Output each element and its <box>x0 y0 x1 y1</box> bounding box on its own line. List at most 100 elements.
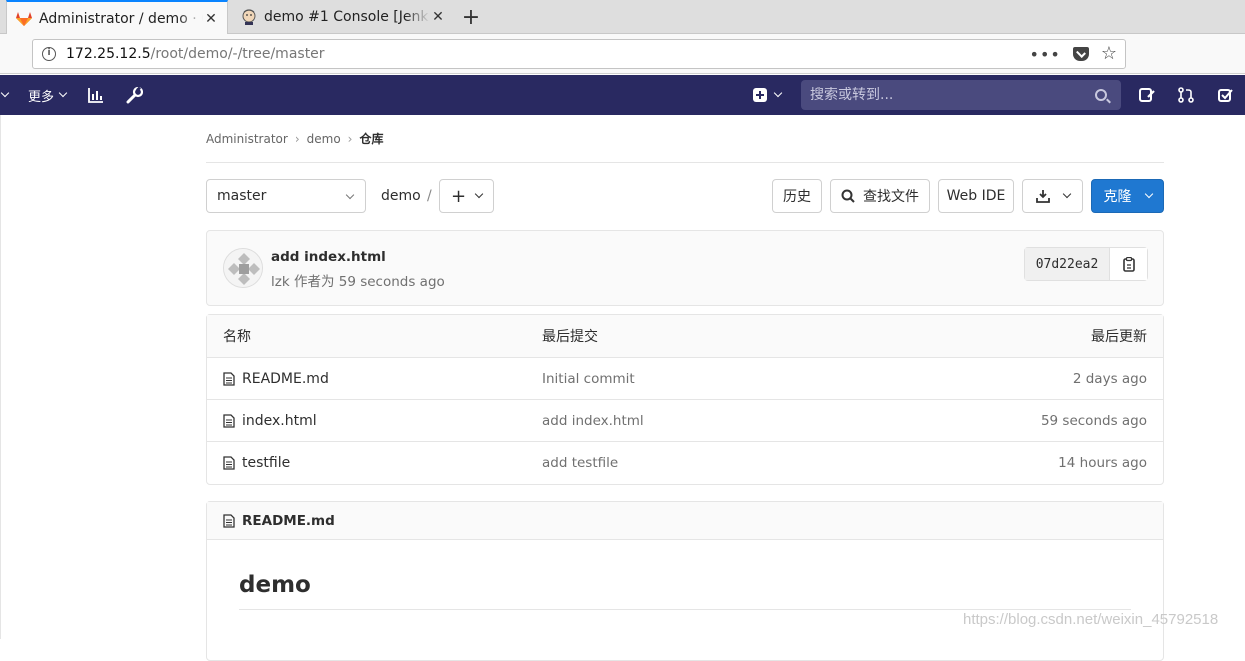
find-file-button[interactable]: 查找文件 <box>830 179 930 213</box>
new-tab-button[interactable]: + <box>458 4 484 30</box>
url-text[interactable]: 172.25.12.5/root/demo/-/tree/master <box>66 46 1030 62</box>
plus-square-icon <box>753 88 767 102</box>
file-tree-table: 名称 最后提交 最后更新 README.md Initial commit 2 … <box>206 314 1164 485</box>
file-commit-message[interactable]: Initial commit <box>542 358 635 399</box>
file-updated-time: 2 days ago <box>1072 370 1147 387</box>
breadcrumb-separator: › <box>347 131 353 146</box>
chevron-down-icon <box>773 88 783 98</box>
file-name[interactable]: index.html <box>242 413 317 429</box>
column-header-last-update: 最后更新 <box>1091 329 1147 345</box>
browser-tab-bar: Administrator / demo · GitLab ✕ demo #1 … <box>0 0 1245 35</box>
chevron-down-icon <box>1144 189 1153 199</box>
web-ide-button[interactable]: Web IDE <box>938 179 1014 213</box>
file-commit-message[interactable]: add testfile <box>542 442 618 484</box>
browser-tab-jenkins[interactable]: demo #1 Console [Jenkins] ✕ <box>232 0 454 34</box>
chevron-down-icon <box>345 190 355 200</box>
chevron-down-icon <box>58 88 68 98</box>
web-ide-label: Web IDE <box>946 188 1006 204</box>
site-info-icon[interactable]: i <box>42 47 56 61</box>
pocket-icon[interactable] <box>1072 47 1089 61</box>
column-header-name: 名称 <box>223 329 251 345</box>
search-input[interactable] <box>801 87 1095 103</box>
breadcrumb-separator: › <box>294 131 300 146</box>
breadcrumb-item-demo[interactable]: demo <box>307 132 341 146</box>
file-icon <box>223 413 235 428</box>
chevron-down-icon <box>474 189 484 199</box>
file-updated-time: 14 hours ago <box>1058 455 1147 471</box>
sidebar-edge <box>0 115 1 639</box>
divider <box>206 162 1164 163</box>
file-name-cell[interactable]: index.html <box>223 400 317 441</box>
browser-nav-bar: i 172.25.12.5/root/demo/-/tree/master ••… <box>0 34 1245 74</box>
url-host: 172.25.12.5 <box>66 46 151 62</box>
column-header-last-commit: 最后提交 <box>542 329 598 345</box>
clipboard-icon <box>1122 256 1135 272</box>
todos-icon[interactable] <box>1218 75 1233 115</box>
table-header: 名称 最后提交 最后更新 <box>207 315 1163 358</box>
branch-selector[interactable]: master <box>206 179 366 213</box>
commit-message-link[interactable]: add index.html <box>271 249 386 265</box>
download-button[interactable] <box>1022 179 1083 213</box>
new-dropdown-button[interactable] <box>753 75 783 115</box>
url-path: /root/demo/-/tree/master <box>150 46 325 62</box>
file-commit-message[interactable]: add index.html <box>542 400 644 441</box>
watermark: https://blog.csdn.net/weixin_45792518 <box>963 611 1219 628</box>
merge-requests-icon[interactable] <box>1178 75 1194 115</box>
menu-chevron-icon[interactable] <box>0 75 10 115</box>
search-icon <box>841 189 855 203</box>
avatar[interactable] <box>223 248 263 288</box>
commit-sha[interactable]: 07d22ea2 <box>1025 248 1110 280</box>
file-icon <box>223 371 235 386</box>
repo-path-link[interactable]: demo <box>381 188 421 204</box>
file-name[interactable]: README.md <box>242 371 329 387</box>
file-updated-time: 59 seconds ago <box>1040 412 1147 429</box>
file-icon <box>223 513 235 528</box>
url-bar[interactable]: i 172.25.12.5/root/demo/-/tree/master ••… <box>32 39 1126 69</box>
issues-icon[interactable] <box>1139 75 1155 115</box>
path-separator: / <box>427 188 432 204</box>
history-label: 历史 <box>783 189 811 205</box>
plus-icon: + <box>450 185 467 207</box>
browser-tab-gitlab[interactable]: Administrator / demo · GitLab ✕ <box>6 0 228 35</box>
activity-chart-icon[interactable] <box>88 75 104 115</box>
more-menu-button[interactable]: 更多 <box>28 75 68 115</box>
table-row[interactable]: testfile add testfile 14 hours ago <box>207 442 1163 484</box>
download-icon <box>1035 190 1050 203</box>
table-row[interactable]: README.md Initial commit 2 days ago <box>207 358 1163 400</box>
close-tab-icon[interactable]: ✕ <box>430 9 446 25</box>
jenkins-icon <box>242 9 256 25</box>
breadcrumb: Administrator › demo › 仓库 <box>206 130 383 147</box>
tab-title: demo #1 Console [Jenkins] <box>264 9 430 25</box>
tab-title: Administrator / demo · GitLab <box>39 10 203 27</box>
divider <box>239 609 1131 610</box>
close-tab-icon[interactable]: ✕ <box>203 11 219 27</box>
clone-button[interactable]: 克隆 <box>1091 179 1164 213</box>
breadcrumb-item-administrator[interactable]: Administrator <box>206 132 288 146</box>
bookmark-star-icon[interactable]: ☆ <box>1101 45 1117 63</box>
chevron-down-icon <box>1062 189 1071 199</box>
commit-sha-group: 07d22ea2 <box>1024 247 1148 281</box>
clone-label: 克隆 <box>1103 189 1132 205</box>
file-name-cell[interactable]: testfile <box>223 442 290 484</box>
commit-author-meta: lzk 作者为 59 seconds ago <box>271 274 445 290</box>
readme-panel: README.md demo <box>206 501 1164 661</box>
history-button[interactable]: 历史 <box>772 179 822 213</box>
readme-heading: demo <box>239 572 311 598</box>
branch-name: master <box>217 188 267 204</box>
file-name-cell[interactable]: README.md <box>223 358 329 399</box>
file-name[interactable]: testfile <box>242 455 290 471</box>
more-menu-label: 更多 <box>28 89 55 105</box>
table-row[interactable]: index.html add index.html 59 seconds ago <box>207 400 1163 442</box>
readme-filename[interactable]: README.md <box>242 513 335 529</box>
copy-sha-button[interactable] <box>1110 248 1147 280</box>
global-search[interactable] <box>801 80 1121 110</box>
find-file-label: 查找文件 <box>863 189 919 205</box>
breadcrumb-current[interactable]: 仓库 <box>359 130 383 147</box>
file-icon <box>223 456 235 470</box>
gitlab-icon <box>16 11 32 26</box>
page-actions-icon[interactable]: ••• <box>1030 45 1061 64</box>
add-to-tree-button[interactable]: + <box>439 179 494 213</box>
last-commit-panel: add index.html lzk 作者为 59 seconds ago 07… <box>206 230 1164 306</box>
admin-wrench-icon[interactable] <box>126 75 143 115</box>
search-icon <box>1095 89 1107 101</box>
